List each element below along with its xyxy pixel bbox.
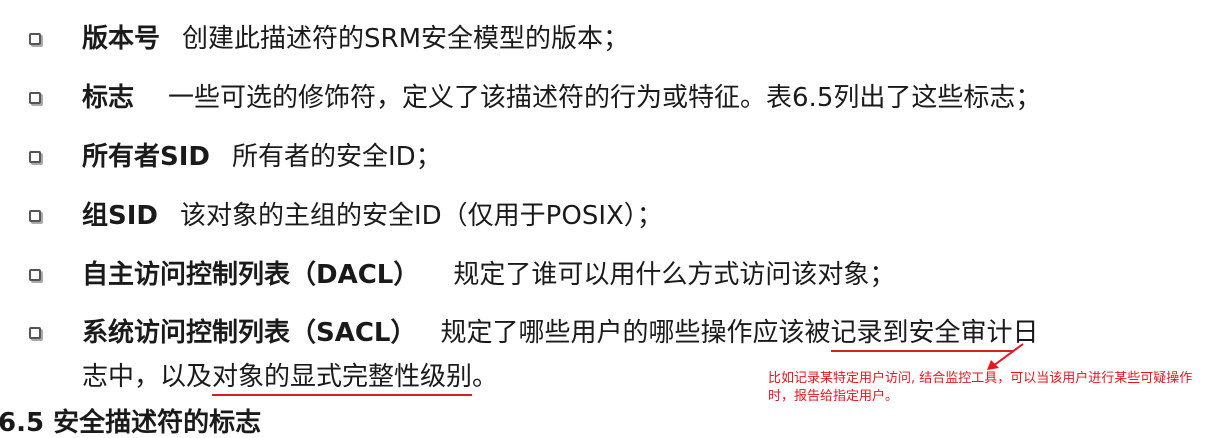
- term-description: 创建此描述符的SRM安全模型的版本；: [182, 24, 630, 54]
- list-item-version: 版本号 创建此描述符的SRM安全模型的版本；: [0, 20, 1209, 70]
- term-label: 版本号: [82, 24, 161, 54]
- term-description: 所有者的安全ID；: [231, 142, 442, 172]
- term-label: 组SID: [82, 201, 158, 231]
- term-description-line2-end: 。: [472, 362, 499, 392]
- term-label: 自主访问控制列表（DACL）: [82, 260, 420, 290]
- annotation-arrow-icon: [987, 343, 1024, 370]
- list-item-group-sid: 组SID 该对象的主组的安全ID（仅用于POSIX）；: [0, 197, 1209, 247]
- term-label: 系统访问控制列表（SACL）: [82, 318, 417, 348]
- checkbox-bullet-icon: [29, 151, 41, 163]
- margin-annotation-note: 比如记录某特定用户访问, 结合监控工具，可以当该用户进行某些可疑操作时，报告给指…: [768, 371, 1193, 404]
- checkbox-bullet-icon: [29, 269, 41, 281]
- checkbox-bullet-icon: [29, 92, 41, 104]
- list-item-flags: 标志 一些可选的修饰符，定义了该描述符的行为或特征。表6.5列出了这些标志；: [0, 79, 1209, 129]
- checkbox-bullet-icon: [29, 327, 41, 339]
- term-description: 规定了哪些用户的哪些操作应该被: [440, 318, 831, 348]
- term-label: 所有者SID: [82, 142, 210, 172]
- term-description-line2: 志中，以及: [82, 362, 213, 392]
- underlined-phrase-integrity: 对象的显式完整性级别: [212, 362, 473, 396]
- term-description: 一些可选的修饰符，定义了该描述符的行为或特征。表6.5列出了这些标志；: [168, 83, 1042, 113]
- term-description: 该对象的主组的安全ID（仅用于POSIX）；: [179, 201, 663, 231]
- term-description: 规定了谁可以用什么方式访问该对象；: [453, 260, 896, 290]
- list-item-owner-sid: 所有者SID 所有者的安全ID；: [0, 138, 1209, 188]
- checkbox-bullet-icon: [29, 210, 41, 222]
- list-item-dacl: 自主访问控制列表（DACL） 规定了谁可以用什么方式访问该对象；: [0, 256, 1209, 306]
- checkbox-bullet-icon: [29, 33, 41, 45]
- cutoff-section-heading: 6.5 安全描述符的标志: [0, 408, 262, 438]
- term-label: 标志: [82, 83, 135, 113]
